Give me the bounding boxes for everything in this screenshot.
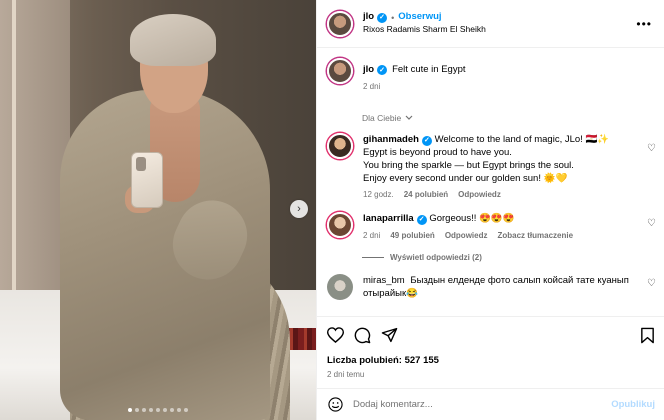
comment-text-line: You bring the sparkle — but Egypt brings… (363, 160, 574, 172)
reply-button[interactable]: Odpowiedz (458, 189, 501, 200)
chevron-right-icon: › (297, 203, 301, 215)
likes-count[interactable]: Liczba polubień: 527 155 (327, 355, 655, 366)
publish-comment-button[interactable]: Opublikuj (611, 399, 655, 410)
comment-text-line: Gorgeous!! 😍😍😍 (429, 213, 515, 225)
verified-badge-icon: ✓ (421, 135, 432, 146)
carousel-dot (170, 408, 174, 412)
comment-text-line: Enjoy every second under our golden sun!… (363, 173, 568, 185)
carousel-dot (142, 408, 146, 412)
caption-avatar[interactable] (327, 58, 353, 84)
comment-sort-label: Dla Ciebie (362, 113, 402, 123)
more-options-icon[interactable]: ••• (636, 18, 652, 30)
emoji-icon (327, 397, 343, 412)
instagram-post-modal: › jlo ✓ • Obserwuj Rixos Radamis Sharm E… (0, 0, 664, 420)
verified-badge-icon: ✓ (377, 12, 388, 23)
carousel-dot (149, 408, 153, 412)
commenter-username[interactable]: gihanmadeh (363, 134, 419, 145)
author-username[interactable]: jlo (363, 11, 374, 24)
comment-icon[interactable] (354, 327, 371, 344)
verified-badge-icon: ✓ (416, 215, 427, 226)
commenter-avatar[interactable] (327, 212, 353, 239)
comment-item: gihanmadeh ✓ Welcome to the land of magic… (317, 133, 664, 200)
carousel-dot (128, 408, 132, 412)
post-date: 2 dni temu (327, 370, 365, 379)
see-translation-button[interactable]: Zobacz tłumaczenie (497, 230, 573, 241)
comment-composer: Opublikuj (317, 388, 664, 420)
post-location[interactable]: Rixos Radamis Sharm El Sheikh (363, 24, 486, 35)
author-avatar[interactable] (327, 10, 353, 37)
commenter-username[interactable]: lanaparrilla (363, 213, 414, 224)
comment-text-line: Welcome to the land of magic, JLo! 🇪🇬✨ (434, 134, 610, 145)
verified-badge-icon: ✓ (377, 64, 388, 75)
comment-item: lanaparrilla ✓ Gorgeous!! 😍😍😍 2 dni 49 po… (317, 212, 664, 240)
chevron-down-icon (405, 115, 413, 120)
comment-like-heart-icon[interactable]: ♡ (647, 143, 656, 154)
post-header: jlo ✓ • Obserwuj Rixos Radamis Sharm El … (317, 0, 664, 48)
post-actions: Liczba polubień: 527 155 2 dni temu (317, 316, 664, 379)
comment-like-heart-icon[interactable]: ♡ (647, 278, 656, 289)
post-caption: jlo ✓ Felt cute in Egypt 2 dni (317, 48, 664, 91)
bookmark-icon[interactable] (640, 327, 655, 344)
emoji-button[interactable] (327, 397, 343, 413)
comment-item: miras_bm Быздын елденде фото салып койса… (317, 273, 664, 300)
heart-icon[interactable] (327, 327, 344, 343)
comment-text-line: отырайык😂 (363, 287, 418, 299)
photo-phone-camera (136, 157, 146, 171)
commenter-avatar[interactable] (327, 273, 353, 300)
comment-likes[interactable]: 24 polubień (404, 189, 448, 200)
comment-text-line: Быздын елденде фото салып койсай тате ку… (410, 274, 629, 286)
post-photo[interactable]: › (0, 0, 316, 420)
carousel-dot (163, 408, 167, 412)
comment-time: 12 godz. (363, 190, 394, 200)
post-side-panel: jlo ✓ • Obserwuj Rixos Radamis Sharm El … (316, 0, 664, 420)
photo-turban (130, 14, 216, 66)
carousel-dot (184, 408, 188, 412)
view-replies-button[interactable]: Wyświetl odpowiedzi (2) (362, 253, 664, 262)
caption-text: Felt cute in Egypt (392, 64, 466, 75)
replies-divider (362, 256, 384, 258)
separator-dot: • (391, 12, 395, 23)
comment-time: 2 dni (363, 230, 381, 240)
carousel-dot (177, 408, 181, 412)
reply-button[interactable]: Odpowiedz (445, 230, 488, 241)
follow-button[interactable]: Obserwuj (398, 11, 441, 24)
caption-username[interactable]: jlo (363, 64, 374, 75)
view-replies-label: Wyświetl odpowiedzi (2) (390, 252, 482, 262)
carousel-dot (156, 408, 160, 412)
comment-sort-dropdown[interactable]: Dla Ciebie (362, 113, 664, 123)
carousel-dots (128, 408, 188, 412)
share-icon[interactable] (381, 327, 398, 343)
carousel-next-button[interactable]: › (290, 200, 308, 218)
commenter-username[interactable]: miras_bm (363, 275, 405, 286)
comment-text-line: Egypt is beyond proud to have you. (363, 147, 512, 159)
comment-input[interactable] (353, 399, 612, 410)
carousel-dot (135, 408, 139, 412)
caption-time: 2 dni (363, 82, 381, 91)
comment-like-heart-icon[interactable]: ♡ (647, 218, 656, 229)
comment-likes[interactable]: 49 polubień (390, 230, 434, 241)
commenter-avatar[interactable] (327, 133, 353, 159)
